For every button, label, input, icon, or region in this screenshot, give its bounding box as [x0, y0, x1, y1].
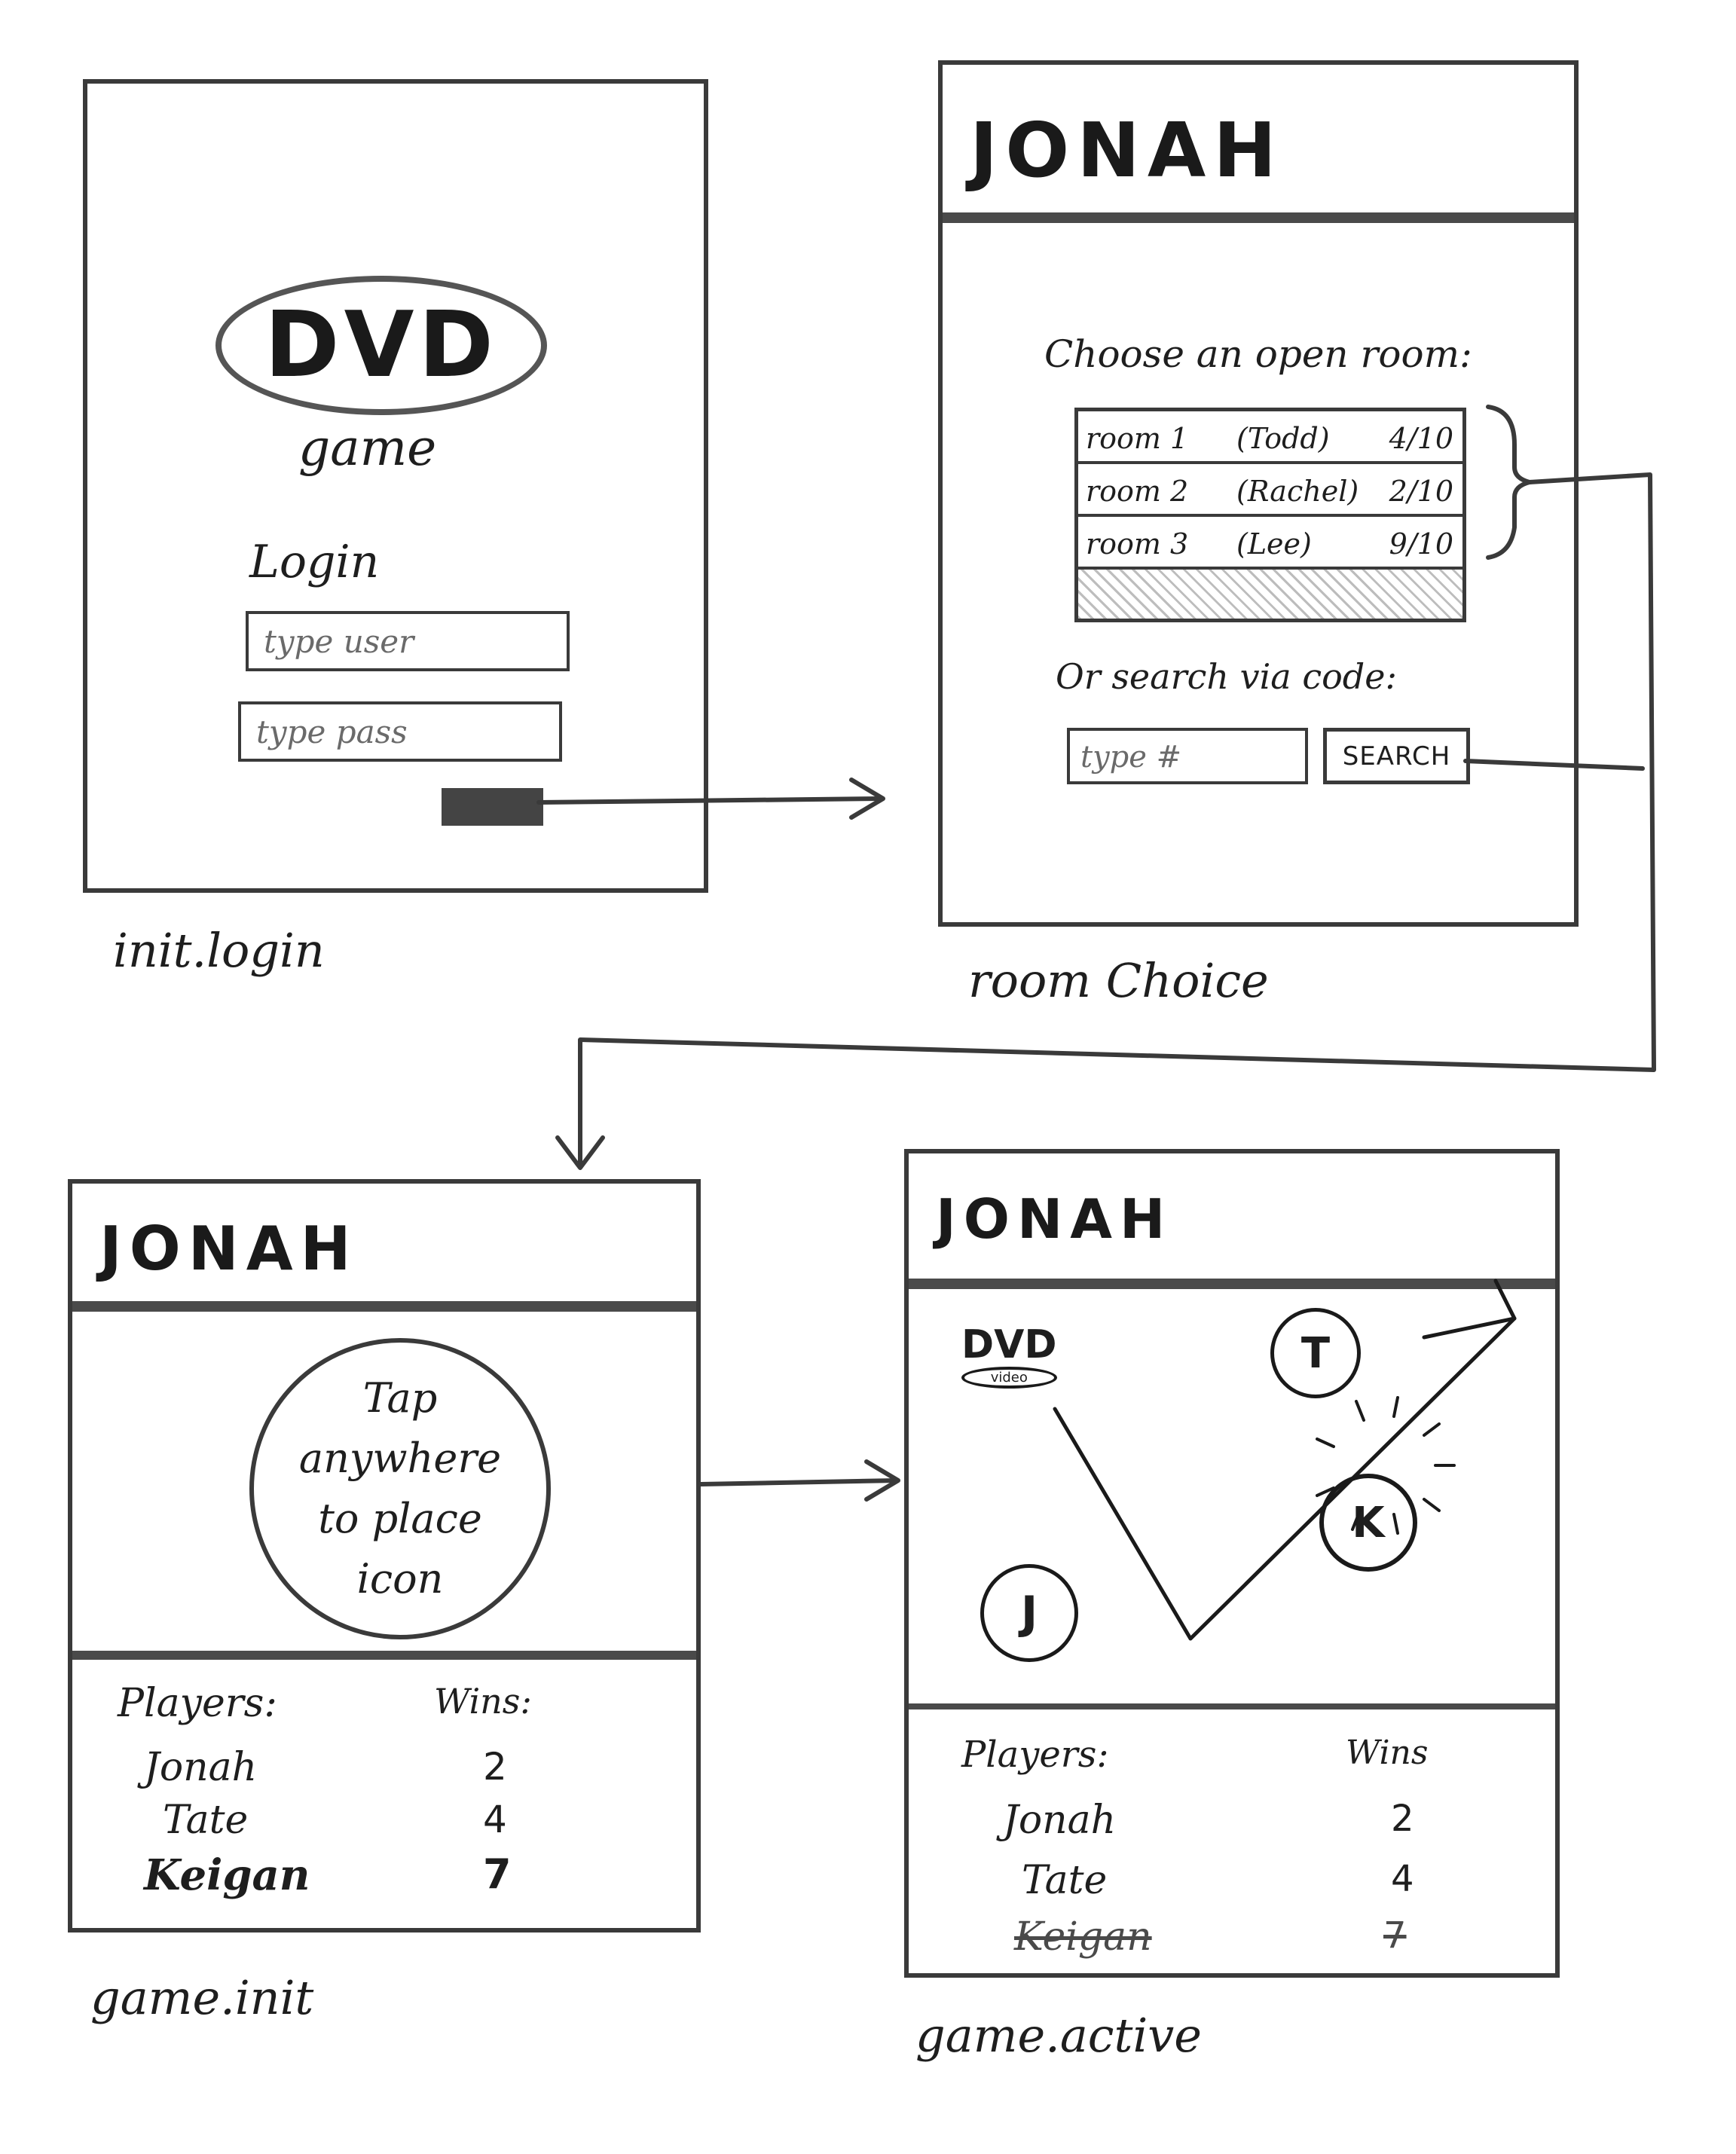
- connector-rooms-to-game: [578, 472, 1656, 1166]
- trajectory-bounce-arrow: [1422, 1279, 1517, 1340]
- arrow-login-to-rooms: [536, 796, 884, 805]
- connector-search: [1463, 759, 1645, 771]
- arrow-init-to-active: [698, 1478, 899, 1486]
- flow-arrows: [536, 405, 1656, 1641]
- dvd-trajectory: [1053, 1316, 1517, 1641]
- hit-spikes: [1316, 1396, 1456, 1535]
- room-list-bracket: [1486, 405, 1532, 560]
